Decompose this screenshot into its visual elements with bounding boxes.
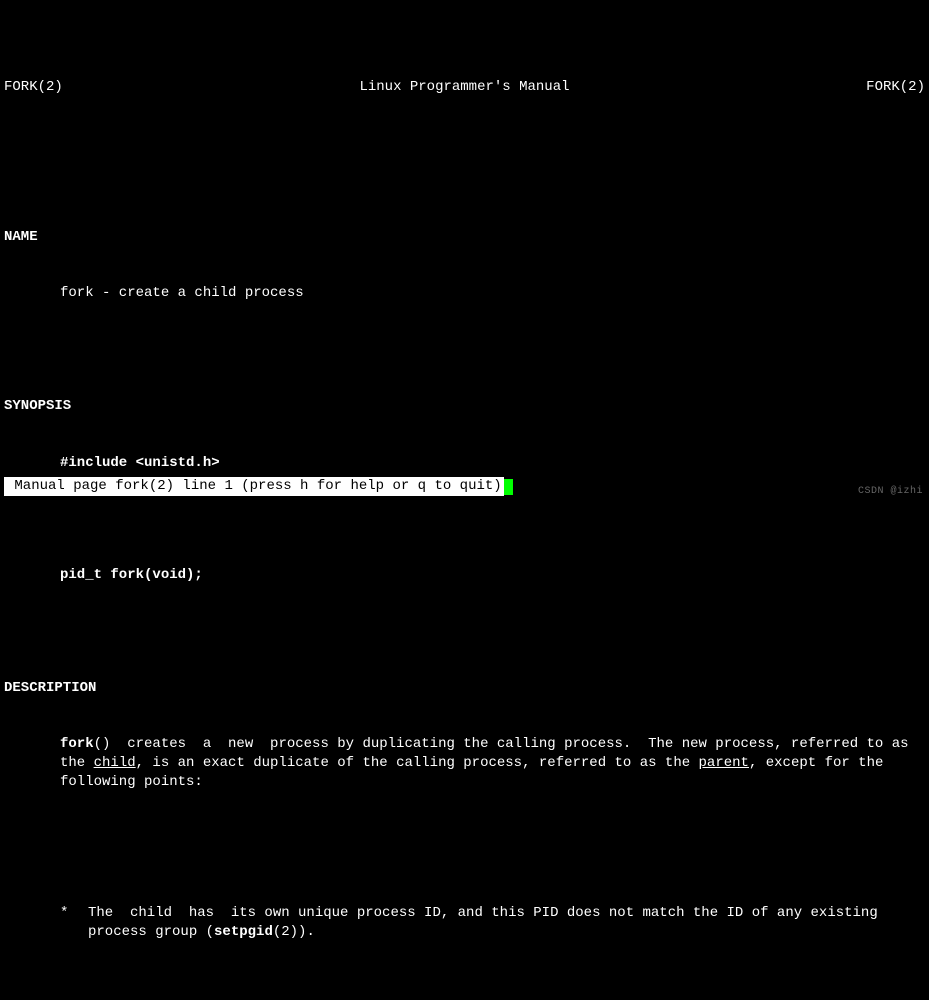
parent-underline: parent — [699, 755, 749, 771]
description-intro: fork() creates a new process by duplicat… — [4, 735, 925, 792]
section-synopsis-heading: SYNOPSIS — [4, 397, 925, 416]
bullet-marker: * — [60, 904, 88, 942]
child-underline: child — [94, 755, 136, 771]
header-right: FORK(2) — [866, 78, 925, 97]
header-center: Linux Programmer's Manual — [359, 78, 569, 97]
bullet-text: The child has its own unique process ID,… — [88, 904, 925, 942]
bullet-item: * The child has its own unique process I… — [4, 904, 925, 942]
watermark: CSDN @izhi — [858, 485, 923, 499]
man-content[interactable]: NAME fork - create a child process SYNOP… — [0, 134, 929, 1000]
name-line: fork - create a child process — [4, 284, 925, 303]
pager-statusbar[interactable]: Manual page fork(2) line 1 (press h for … — [4, 477, 925, 496]
synopsis-decl: pid_t fork(void); — [4, 566, 925, 585]
fork-bold: fork — [60, 736, 94, 752]
section-name-heading: NAME — [4, 228, 925, 247]
section-description-heading: DESCRIPTION — [4, 679, 925, 698]
synopsis-include: #include <unistd.h> — [4, 454, 925, 473]
header-left: FORK(2) — [4, 78, 63, 97]
cursor-block — [504, 479, 513, 495]
status-text: Manual page fork(2) line 1 (press h for … — [4, 477, 504, 496]
man-header: FORK(2) Linux Programmer's Manual FORK(2… — [0, 76, 929, 97]
